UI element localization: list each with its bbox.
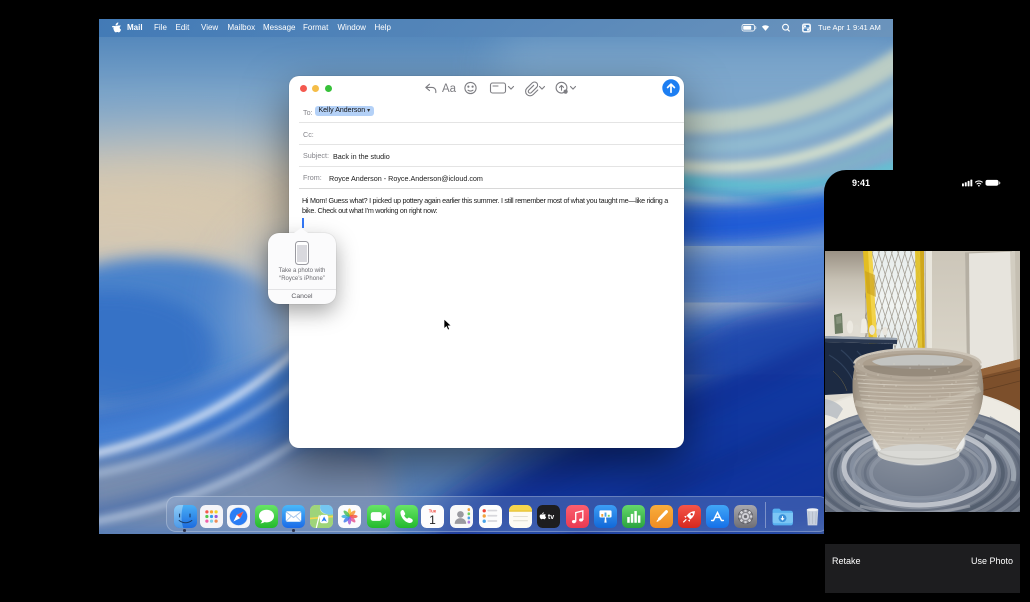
svg-text:tv: tv (548, 513, 554, 521)
svg-text:Aa: Aa (442, 83, 457, 95)
svg-text:1: 1 (430, 513, 437, 527)
